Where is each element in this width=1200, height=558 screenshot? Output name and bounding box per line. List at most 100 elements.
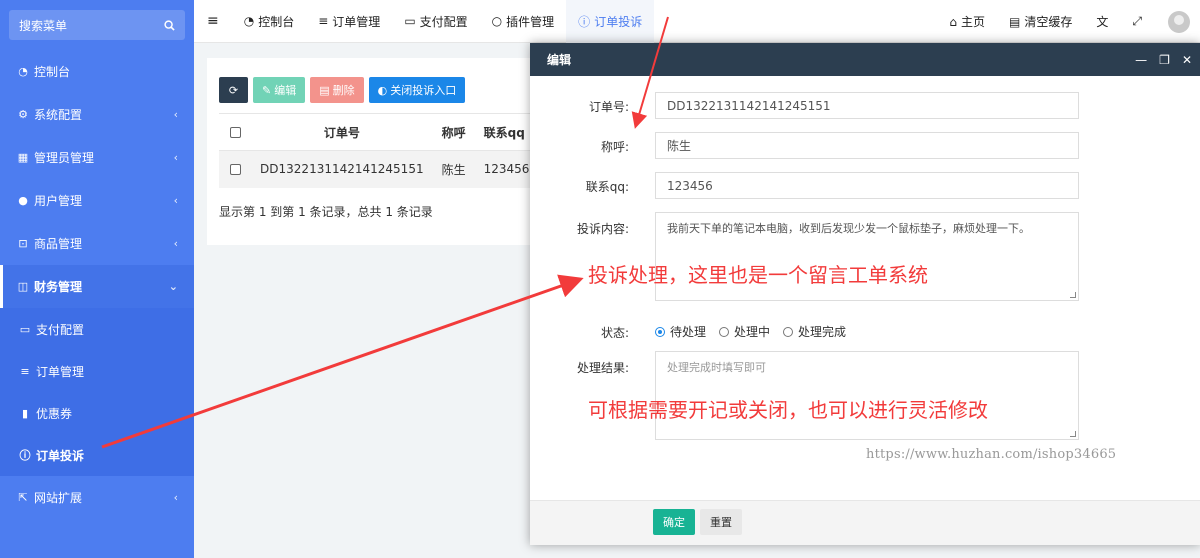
annotation-note-1: 投诉处理，这里也是一个留言工单系统 [588, 263, 928, 287]
tab-payment-config[interactable]: ▭ 支付配置 [392, 0, 479, 43]
columns-icon: ◫ [17, 280, 29, 293]
edit-label: 编辑 [274, 84, 297, 97]
tab-order-complaint[interactable]: ⓘ 订单投诉 [566, 0, 655, 43]
column-header[interactable]: 订单号 [252, 113, 432, 151]
sidebar-item-finance[interactable]: ◫ 财务管理 ⌄ [0, 265, 194, 308]
column-header[interactable]: 称呼 [431, 113, 476, 151]
checkbox[interactable] [230, 127, 242, 138]
windows-icon: ▦ [17, 151, 29, 164]
list-icon: ≡ [20, 364, 30, 378]
search-menu-input[interactable]: 搜索菜单 [9, 10, 185, 40]
row-checkbox-cell[interactable] [219, 150, 253, 188]
bookmark-icon: ▮ [21, 406, 29, 420]
result-label: 处理结果: [576, 361, 629, 375]
resize-handle-icon[interactable] [1070, 431, 1076, 437]
name-label: 称呼: [600, 140, 629, 154]
gears-icon: ⚙ [18, 108, 28, 121]
trash-icon: ▤ [1009, 14, 1021, 29]
modal-footer: 确定 重置 [530, 500, 1200, 545]
sidebar-item-label: 订单投诉 [36, 448, 85, 463]
status-radio-pending[interactable]: 待处理 [655, 323, 706, 340]
sidebar-item-order-manage[interactable]: ≡ 订单管理 [0, 350, 194, 392]
select-all-checkbox[interactable] [219, 113, 253, 151]
delete-button[interactable]: ▤ 删除 [310, 77, 364, 103]
sidebar-item-label: 财务管理 [34, 280, 83, 294]
result-placeholder: 处理完成时填写即可 [667, 361, 766, 374]
sidebar-item-users[interactable]: ● 用户管理 ‹ [0, 179, 194, 222]
modal-window-controls: — ❐ ✕ [1135, 43, 1192, 76]
sidebar-item-label: 订单管理 [36, 364, 85, 379]
toggle-complaint-entry-button[interactable]: ◐ 关闭投诉入口 [368, 77, 466, 103]
avatar[interactable] [1168, 10, 1190, 33]
home-link[interactable]: ⌂ 主页 [937, 0, 997, 43]
status-radio-group: 待处理 处理中 处理完成 [655, 323, 846, 340]
external-link-icon: ⇱ [18, 491, 28, 504]
list-icon: ≡ [318, 14, 329, 28]
topbar-right-tools: ⌂ 主页 ▤ 清空缓存 文 ⤢ [937, 0, 1200, 43]
qq-label: 联系qq: [585, 180, 629, 194]
sidebar-item-dashboard[interactable]: ◔ 控制台 [0, 50, 194, 93]
sidebar-toggle-button[interactable]: ≡ [194, 0, 232, 43]
sidebar-item-coupon[interactable]: ▮ 优惠券 [0, 392, 194, 434]
modal-body: 订单号: DD1322131142141245151 称呼: 陈生 联系qq: … [530, 76, 1200, 500]
sidebar-item-label: 用户管理 [34, 194, 83, 208]
radio-label: 处理中 [734, 325, 771, 339]
orders-table: 订单号 称呼 联系qq DD1322131142141245151 陈生 123… [219, 113, 547, 188]
fullscreen-button[interactable]: ⤢ [1120, 0, 1154, 43]
language-button[interactable]: 文 [1084, 0, 1120, 43]
status-radio-done[interactable]: 处理完成 [783, 323, 846, 340]
status-radio-processing[interactable]: 处理中 [719, 323, 770, 340]
order-no-input[interactable]: DD1322131142141245151 [655, 92, 1079, 119]
toggle-entry-label: 关闭投诉入口 [390, 84, 457, 97]
credit-card-icon: ▭ [404, 14, 416, 28]
chevron-left-icon: ‹ [173, 491, 178, 504]
tab-label: 控制台 [258, 14, 295, 29]
chevron-left-icon: ‹ [173, 194, 178, 207]
clear-cache-button[interactable]: ▤ 清空缓存 [997, 0, 1084, 43]
sidebar-item-label: 商品管理 [34, 237, 83, 251]
user-icon: ● [18, 194, 28, 207]
dashboard-icon: ◔ [18, 65, 28, 78]
minimize-icon[interactable]: — [1135, 53, 1147, 67]
sidebar-item-admin[interactable]: ▦ 管理员管理 ‹ [0, 136, 194, 179]
sidebar-item-label: 优惠券 [36, 406, 73, 421]
sidebar-item-order-complaint[interactable]: ⓘ 订单投诉 [0, 434, 194, 476]
tab-order-manage[interactable]: ≡ 订单管理 [306, 0, 392, 43]
refresh-button[interactable]: ⟳ [219, 77, 248, 103]
close-icon[interactable]: ✕ [1182, 53, 1192, 67]
radio-icon[interactable] [783, 326, 794, 337]
sidebar-item-site-extend[interactable]: ⇱ 网站扩展 ‹ [0, 476, 194, 519]
search-placeholder: 搜索菜单 [19, 18, 68, 33]
info-circle-icon: ⓘ [578, 14, 591, 29]
search-icon [164, 19, 175, 31]
content-label: 投诉内容: [576, 222, 629, 236]
resize-handle-icon[interactable] [1070, 292, 1076, 298]
tab-dashboard[interactable]: ◔ 控制台 [232, 0, 307, 43]
delete-label: 删除 [332, 84, 355, 97]
chevron-left-icon: ‹ [173, 151, 178, 164]
sidebar-item-label: 支付配置 [36, 322, 85, 337]
cart-icon: ⊡ [18, 237, 28, 250]
sidebar-item-payment-config[interactable]: ▭ 支付配置 [0, 308, 194, 350]
qq-input[interactable]: 123456 [655, 172, 1079, 199]
sidebar-item-label: 网站扩展 [34, 491, 83, 505]
maximize-icon[interactable]: ❐ [1159, 53, 1170, 67]
sidebar-item-label: 控制台 [34, 65, 71, 79]
circle-icon: ○ [491, 14, 503, 28]
confirm-button[interactable]: 确定 [653, 509, 695, 535]
reset-button[interactable]: 重置 [700, 509, 742, 535]
table-row[interactable]: DD1322131142141245151 陈生 123456 [219, 150, 547, 188]
tab-plugin-manage[interactable]: ○ 插件管理 [480, 0, 567, 43]
checkbox[interactable] [230, 164, 242, 176]
sidebar-item-products[interactable]: ⊡ 商品管理 ‹ [0, 222, 194, 265]
chevron-down-icon: ⌄ [168, 280, 178, 293]
name-input[interactable]: 陈生 [655, 132, 1079, 159]
edit-button[interactable]: ✎ 编辑 [253, 77, 306, 103]
fullscreen-icon: ⤢ [1132, 14, 1142, 28]
sidebar-item-system-config[interactable]: ⚙ 系统配置 ‹ [0, 93, 194, 136]
radio-selected-icon[interactable] [655, 326, 665, 337]
radio-icon[interactable] [719, 326, 730, 337]
table-header-row: 订单号 称呼 联系qq [219, 113, 547, 151]
sidebar-item-label: 管理员管理 [34, 151, 95, 165]
hamburger-icon: ≡ [207, 13, 219, 29]
